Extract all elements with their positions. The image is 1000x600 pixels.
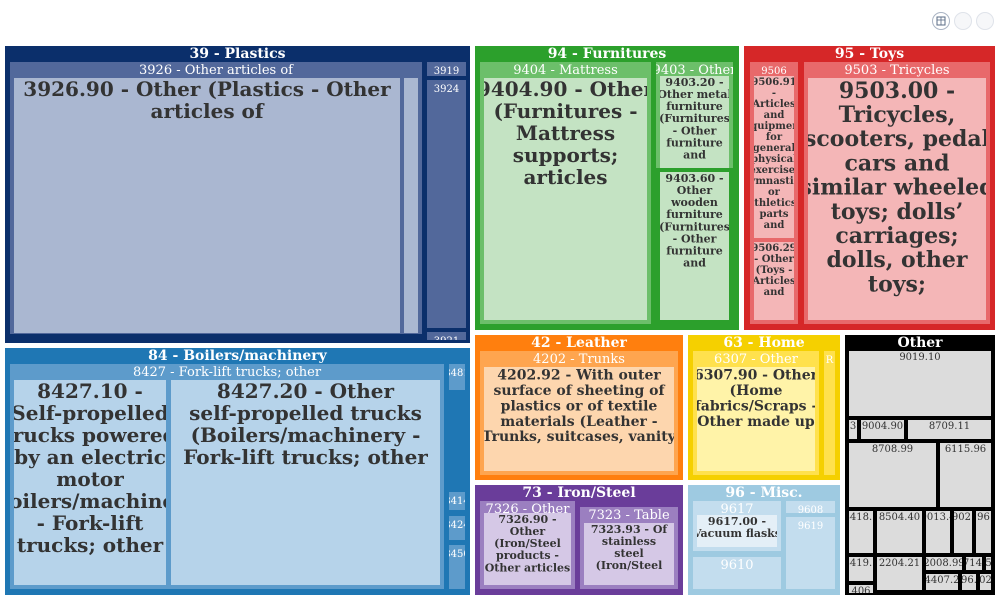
leaf-label: 3 (850, 421, 856, 432)
group-label: 94 - Furnitures (548, 46, 667, 62)
subgroup-label: 9403 - Other (653, 63, 738, 78)
subgroup-label: 3924 (434, 84, 459, 95)
subgroup-label: 8427 - Fork-lift trucks; other (133, 365, 322, 380)
leaf-label: 5 (985, 558, 991, 569)
treemap-group-84-boilers-machinery[interactable]: 84 - Boilers/machinery8427 - Fork-lift t… (0, 348, 470, 595)
subgroup-label: 9617 (720, 502, 753, 517)
treemap-chart: 39 - Plastics3926 - Other articles of 392… (0, 46, 996, 597)
subgroup-label: R (826, 355, 834, 366)
leaf-label: 96 (977, 512, 990, 523)
subgroup-block[interactable] (427, 80, 466, 328)
subgroup-label: 9506 (761, 66, 786, 77)
treemap-group-42-leather[interactable]: 42 - Leather4202 - Trunks4202.92 - With … (475, 335, 683, 480)
subgroup-label: 4202 - Trunks (533, 352, 625, 367)
leaf-label: 2204.21 (879, 558, 920, 569)
group-label: Other (897, 335, 943, 351)
group-label: 96 - Misc. (725, 485, 802, 501)
leaf-label: 8427.20 - Other self-propelled trucks (Boi… (183, 379, 428, 469)
group-label: 73 - Iron/Steel (522, 485, 635, 501)
subgroup-label: 3919 (434, 66, 459, 77)
subgroup-label: 3926 - Other articles of (139, 63, 294, 78)
subgroup-block[interactable] (824, 351, 835, 475)
leaf-label: 8708.99 (872, 444, 913, 455)
subgroup-label: 9503 - Tricycles (844, 63, 949, 78)
subgroup-label: 6307 - Other (714, 352, 799, 367)
leaf-label: 406 (851, 586, 870, 597)
leaf-label: 4202.92 - With outer surface of sheeting … (482, 368, 676, 446)
group-label: 39 - Plastics (189, 46, 285, 62)
treemap-group-96-misc[interactable]: 96 - Misc.96179617.00 -Vacuum flasks9608… (688, 485, 840, 595)
leaf-label: 4407.2 (925, 575, 960, 586)
subgroup-label: 9619 (798, 521, 823, 532)
leaf-label: 2008.99 (923, 558, 964, 569)
treemap-group-94-furnitures[interactable]: 94 - Furnitures9404 - Mattress9404.90 - … (475, 46, 739, 330)
group-label: 42 - Leather (531, 335, 627, 351)
group-label: 84 - Boilers/machinery (148, 348, 327, 364)
leaf-label: 714. (963, 558, 985, 569)
treemap-group-39-plastics[interactable]: 39 - Plastics3926 - Other articles of 392… (5, 46, 470, 347)
treemap-group-63-home[interactable]: 63 - Home6307 - Other6307.90 - Other (Hom… (688, 335, 840, 480)
leaf-label: 8709.11 (929, 421, 970, 432)
group-label: 63 - Home (723, 335, 804, 351)
leaf-label: 9403.20 -Other metal furniture (Furnitures… (657, 76, 731, 162)
leaf-label: 9019.10 (899, 352, 940, 363)
treemap-group-95-toys[interactable]: 95 - Toys9503 - Tricycles9503.00 -Tricyc… (743, 46, 995, 330)
leaf-label: 9004.90 (862, 421, 903, 432)
subgroup-label: 9404 - Mattress (513, 63, 618, 78)
group-label: 95 - Toys (835, 46, 904, 62)
subgroup-label: 7323 - Table (588, 508, 670, 523)
leaf-label: 6307.90 - Other (Home fabrics/Scraps -Othe… (694, 368, 819, 430)
treemap-group-73-iron-steel[interactable]: 73 - Iron/Steel7326 - Other7326.90 -Othe… (475, 485, 683, 595)
leaf-label: 8504.40 (879, 512, 920, 523)
treemap-leaf[interactable] (404, 78, 418, 333)
subgroup-label: 9610 (720, 558, 753, 573)
leaf-label: 902. (952, 512, 974, 523)
leaf-label: 6115.96 (945, 444, 986, 455)
treemap-group-other[interactable]: Other9019.10 3 9004.90 8709.11 8708.99 6115.9… (844, 335, 996, 597)
leaf-label: 96. (961, 575, 977, 586)
leaf-label: 02 (979, 575, 992, 586)
